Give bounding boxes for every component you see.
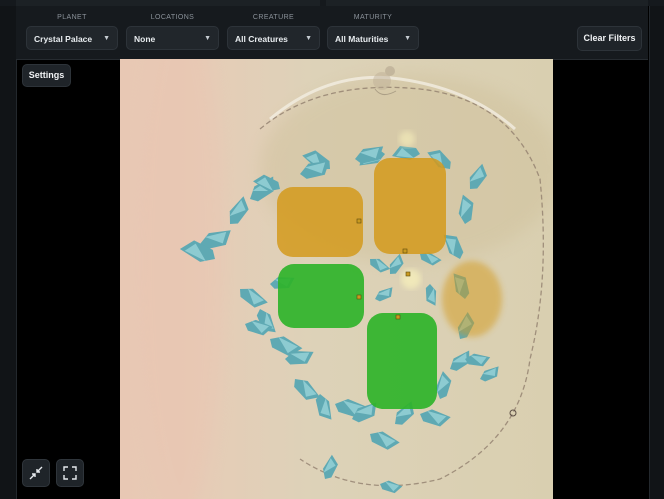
terrain-pink-shore bbox=[135, 59, 225, 499]
planet-filter-label: PLANET bbox=[57, 14, 87, 21]
fullscreen-icon bbox=[63, 466, 77, 480]
locations-select[interactable]: None ▼ bbox=[126, 26, 219, 50]
map-canvas[interactable] bbox=[120, 59, 553, 499]
planet-select[interactable]: Crystal Palace ▼ bbox=[26, 26, 118, 50]
map-marker[interactable] bbox=[356, 294, 362, 300]
chevron-down-icon: ▼ bbox=[204, 35, 211, 42]
spawn-zone-orange[interactable] bbox=[277, 187, 363, 257]
maturity-filter-label: MATURITY bbox=[353, 14, 393, 21]
fullscreen-button[interactable] bbox=[56, 459, 84, 487]
map-view[interactable] bbox=[120, 59, 553, 499]
map-marker[interactable] bbox=[405, 271, 411, 277]
creature-select[interactable]: All Creatures ▼ bbox=[227, 26, 320, 50]
map-marker[interactable] bbox=[395, 314, 401, 320]
locations-filter-label: LOCATIONS bbox=[150, 14, 195, 21]
spawn-zone-orange-faint[interactable] bbox=[442, 261, 502, 337]
locations-select-value: None bbox=[134, 34, 156, 44]
glow-marker bbox=[401, 269, 421, 289]
settings-button[interactable]: Settings bbox=[22, 64, 71, 87]
chevron-down-icon: ▼ bbox=[404, 35, 411, 42]
chevron-down-icon: ▼ bbox=[103, 35, 110, 42]
map-marker[interactable] bbox=[356, 218, 362, 224]
collapse-button[interactable] bbox=[22, 459, 50, 487]
collapse-arrows-icon bbox=[29, 466, 43, 480]
creature-filter-label: CREATURE bbox=[252, 14, 295, 21]
chevron-down-icon: ▼ bbox=[305, 35, 312, 42]
spawn-zone-orange[interactable] bbox=[374, 158, 446, 254]
spawn-zone-green[interactable] bbox=[367, 313, 437, 409]
clear-filters-button[interactable]: Clear Filters bbox=[577, 26, 642, 51]
maturity-select[interactable]: All Maturities ▼ bbox=[327, 26, 419, 50]
spawn-zone-green[interactable] bbox=[278, 264, 364, 328]
planet-select-value: Crystal Palace bbox=[34, 34, 93, 44]
map-marker[interactable] bbox=[402, 248, 408, 254]
filter-bar: PLANET Crystal Palace ▼ LOCATIONS None ▼… bbox=[16, 6, 648, 60]
glow-marker bbox=[399, 131, 415, 147]
maturity-select-value: All Maturities bbox=[335, 34, 389, 44]
creature-select-value: All Creatures bbox=[235, 34, 288, 44]
